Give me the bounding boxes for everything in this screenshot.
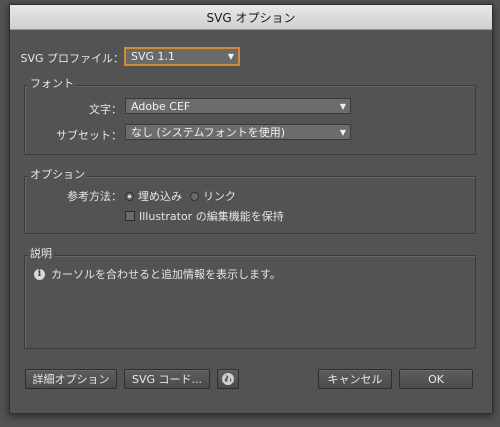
radio-embed[interactable]: 埋め込み <box>125 188 182 204</box>
advanced-options-button[interactable]: 詳細オプション <box>25 369 117 389</box>
info-icon: i <box>34 268 45 280</box>
radio-embed-button[interactable] <box>125 191 134 201</box>
ok-button[interactable]: OK <box>399 369 473 389</box>
window-titlebar[interactable]: SVG オプション <box>10 5 492 30</box>
options-group <box>24 176 476 234</box>
cancel-button[interactable]: キャンセル <box>318 369 392 389</box>
ok-label: OK <box>428 372 444 386</box>
window-title: SVG オプション <box>206 10 296 25</box>
web-preview-button[interactable] <box>217 369 239 389</box>
font-group <box>24 85 476 155</box>
preserve-editing-checkbox[interactable] <box>125 211 135 221</box>
subset-value: なし (システムフォントを使用) <box>131 126 286 139</box>
preserve-editing-label: Illustrator の編集機能を保持 <box>139 210 284 223</box>
svg-code-label: SVG コード... <box>131 373 203 386</box>
subset-select[interactable]: なし (システムフォントを使用) ▼ <box>125 124 351 140</box>
profile-select[interactable]: SVG 1.1 ▼ <box>124 47 240 66</box>
svg-options-dialog: SVG オプション SVG プロファイル： SVG 1.1 ▼ フォント 文字：… <box>9 4 493 414</box>
method-label: 参考方法： <box>67 190 122 203</box>
advanced-options-label: 詳細オプション <box>32 373 110 386</box>
profile-label: SVG プロファイル： <box>20 52 124 65</box>
cancel-label: キャンセル <box>327 373 383 386</box>
radio-embed-label: 埋め込み <box>138 190 182 203</box>
subset-label: サブセット： <box>56 129 122 142</box>
type-select[interactable]: Adobe CEF ▼ <box>125 98 351 114</box>
description-row: i カーソルを合わせると追加情報を表示します。 <box>34 266 281 282</box>
type-label: 文字： <box>89 103 122 116</box>
chevron-down-icon: ▼ <box>339 127 347 137</box>
preserve-editing-option[interactable]: Illustrator の編集機能を保持 <box>125 208 284 224</box>
svg-code-button[interactable]: SVG コード... <box>124 369 210 389</box>
description-group-title: 説明 <box>28 247 54 260</box>
globe-icon <box>222 373 234 385</box>
radio-link-label: リンク <box>203 190 236 203</box>
description-text: カーソルを合わせると追加情報を表示します。 <box>51 268 281 281</box>
options-group-title: オプション <box>28 168 87 181</box>
chevron-down-icon: ▼ <box>339 101 347 111</box>
chevron-down-icon: ▼ <box>227 52 235 61</box>
radio-link[interactable]: リンク <box>190 188 236 204</box>
type-value: Adobe CEF <box>131 99 191 113</box>
radio-link-button[interactable] <box>190 191 199 201</box>
font-group-title: フォント <box>28 77 76 90</box>
profile-value: SVG 1.1 <box>131 50 176 63</box>
